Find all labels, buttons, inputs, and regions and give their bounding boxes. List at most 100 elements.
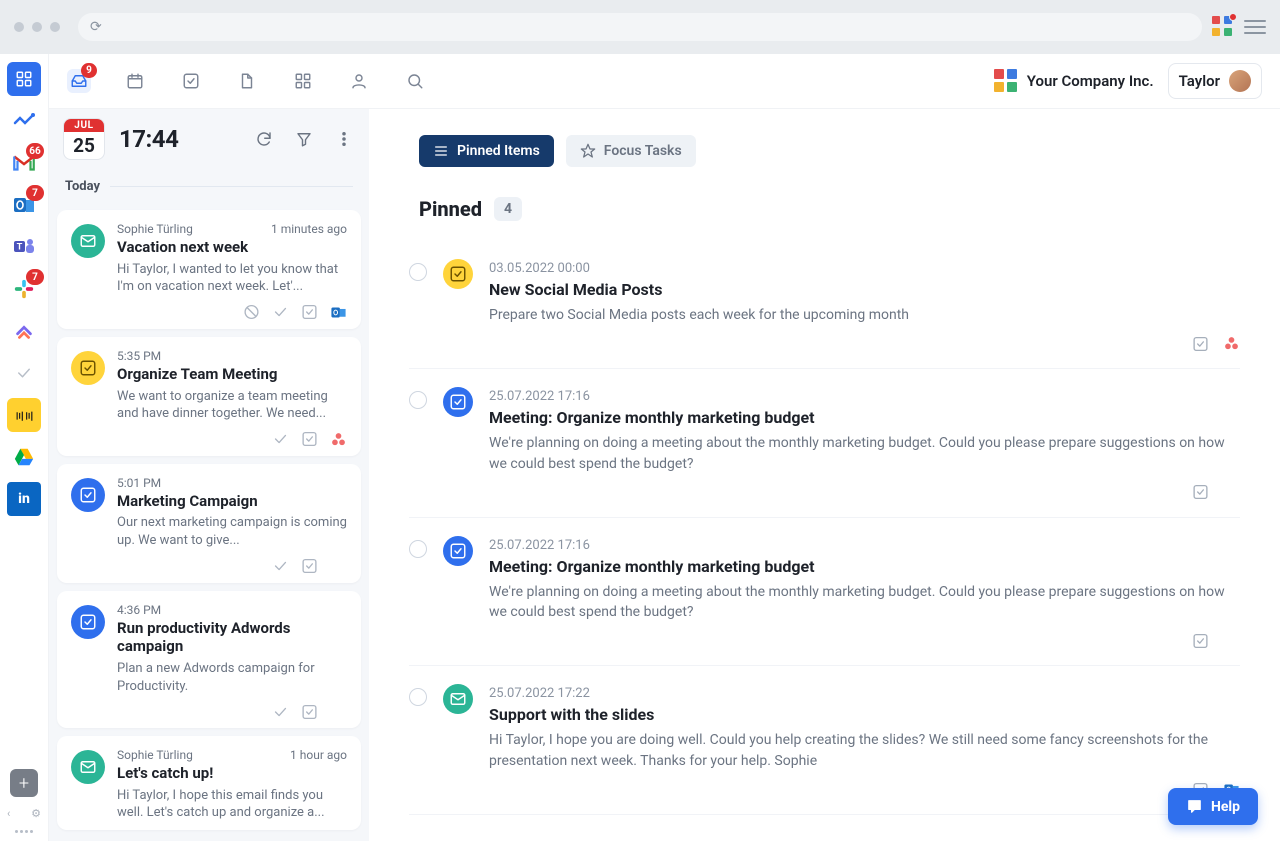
- rail-add-button[interactable]: +: [10, 769, 38, 797]
- check-icon[interactable]: [272, 703, 289, 720]
- rail-tasks-grey[interactable]: [7, 356, 41, 390]
- card-preview: Hi Taylor, I hope this email finds you w…: [117, 787, 347, 822]
- clickup-icon: [330, 703, 347, 720]
- pinned-title: Meeting: Organize monthly marketing budg…: [489, 557, 1240, 576]
- pinned-select-radio[interactable]: [409, 540, 427, 558]
- pinned-date: 25.07.2022 17:16: [489, 389, 1240, 404]
- pinned-description: We're planning on doing a meeting about …: [489, 582, 1240, 623]
- pinned-select-radio[interactable]: [409, 263, 427, 281]
- rail-nav-arrows[interactable]: ‹⚙: [7, 807, 41, 820]
- card-preview: Hi Taylor, I wanted to let you know that…: [117, 261, 347, 296]
- pinned-select-radio[interactable]: [409, 391, 427, 409]
- pinned-row[interactable]: 25.07.2022 17:22 Support with the slides…: [409, 666, 1240, 815]
- pinned-row[interactable]: 03.05.2022 00:00 New Social Media Posts …: [409, 241, 1240, 369]
- topnav-apps[interactable]: [291, 69, 315, 93]
- card-time: 1 minutes ago: [271, 222, 347, 236]
- inbox-card[interactable]: 5:35 PM Organize Team Meeting We want to…: [57, 337, 361, 456]
- svg-text:T: T: [17, 242, 23, 252]
- tab-focus-tasks[interactable]: Focus Tasks: [566, 135, 696, 167]
- task-box-icon[interactable]: [301, 304, 318, 321]
- rail-slack[interactable]: 7: [7, 272, 41, 306]
- topnav-files[interactable]: [235, 69, 259, 93]
- company-name: Your Company Inc.: [1027, 72, 1154, 90]
- task-box-icon[interactable]: [1192, 335, 1209, 352]
- refresh-button[interactable]: [253, 128, 275, 150]
- card-time: 5:01 PM: [117, 476, 161, 490]
- card-time: 4:36 PM: [117, 603, 161, 617]
- pinned-description: Hi Taylor, I hope you are doing well. Co…: [489, 730, 1240, 771]
- rail-gmail[interactable]: 66: [7, 146, 41, 180]
- apps-grid-icon[interactable]: [1212, 16, 1234, 38]
- rail-home[interactable]: [7, 62, 41, 96]
- rail-miro[interactable]: 〣〣: [7, 398, 41, 432]
- card-actions: [117, 703, 347, 720]
- topnav-inbox[interactable]: 9: [67, 69, 91, 93]
- card-actions: [117, 304, 347, 321]
- rail-slack-badge: 7: [26, 269, 44, 285]
- pinned-heading: Pinned: [419, 197, 482, 221]
- topnav-tasks[interactable]: [179, 69, 203, 93]
- pinned-description: Prepare two Social Media posts each week…: [489, 305, 1240, 325]
- pinned-actions: [489, 484, 1240, 501]
- rail-google-drive[interactable]: [7, 440, 41, 474]
- card-type-icon: [71, 750, 105, 784]
- url-bar[interactable]: ⟳: [78, 13, 1202, 41]
- pinned-select-radio[interactable]: [409, 688, 427, 706]
- rail-linkedin[interactable]: in: [7, 482, 41, 516]
- tab-pinned-items[interactable]: Pinned Items: [419, 135, 554, 167]
- card-title: Vacation next week: [117, 238, 347, 257]
- date-month: JUL: [64, 119, 104, 132]
- topbar: 9: [49, 54, 1280, 109]
- inbox-card[interactable]: Sophie Türling 1 hour ago Let's catch up…: [57, 736, 361, 830]
- filter-button[interactable]: [293, 128, 315, 150]
- inbox-card[interactable]: Sophie Türling 1 minutes ago Vacation ne…: [57, 210, 361, 329]
- topnav-calendar[interactable]: [123, 69, 147, 93]
- topnav-people[interactable]: [347, 69, 371, 93]
- help-label: Help: [1211, 799, 1240, 815]
- task-box-icon[interactable]: [1192, 632, 1209, 649]
- check-icon[interactable]: [272, 431, 289, 448]
- company-selector[interactable]: Your Company Inc.: [994, 69, 1154, 93]
- card-time: 1 hour ago: [290, 748, 347, 762]
- rail-analytics[interactable]: [7, 104, 41, 138]
- clickup-icon: [330, 558, 347, 575]
- check-icon[interactable]: [272, 304, 289, 321]
- card-actions: [117, 431, 347, 448]
- task-box-icon[interactable]: [301, 431, 318, 448]
- asana-icon: [330, 431, 347, 448]
- rail-more-dots[interactable]: [15, 830, 33, 833]
- app-rail: 66 7 T 7 〣〣 in + ‹⚙: [0, 54, 49, 841]
- inbox-section-today: Today: [57, 169, 361, 202]
- date-calendar[interactable]: JUL 25: [63, 118, 105, 160]
- inbox-card[interactable]: 4:36 PM Run productivity Adwords campaig…: [57, 591, 361, 729]
- card-type-icon: [71, 478, 105, 512]
- check-icon[interactable]: [272, 558, 289, 575]
- pinned-row[interactable]: 25.07.2022 17:16 Meeting: Organize month…: [409, 369, 1240, 518]
- help-button[interactable]: Help: [1168, 788, 1258, 825]
- pinned-row[interactable]: 25.07.2022 17:16 Meeting: Organize month…: [409, 518, 1240, 667]
- clickup-icon: [1223, 484, 1240, 501]
- rail-teams[interactable]: T: [7, 230, 41, 264]
- more-button[interactable]: [333, 128, 355, 150]
- user-menu[interactable]: Taylor: [1168, 63, 1262, 99]
- card-title: Let's catch up!: [117, 764, 347, 783]
- date-day: 25: [73, 132, 95, 159]
- card-preview: Plan a new Adwords campaign for Producti…: [117, 660, 347, 695]
- task-box-icon[interactable]: [1192, 484, 1209, 501]
- task-box-icon[interactable]: [301, 703, 318, 720]
- card-type-icon: [71, 605, 105, 639]
- task-box-icon[interactable]: [301, 558, 318, 575]
- pinned-type-icon: [443, 536, 473, 566]
- rail-clickup[interactable]: [7, 314, 41, 348]
- card-sender: Sophie Türling: [117, 748, 193, 762]
- card-preview: We want to organize a team meeting and h…: [117, 388, 347, 423]
- topnav-search[interactable]: [403, 69, 427, 93]
- menu-icon[interactable]: [1244, 20, 1266, 34]
- refresh-icon[interactable]: ⟳: [90, 19, 102, 35]
- card-preview: Our next marketing campaign is coming up…: [117, 514, 347, 549]
- rail-outlook[interactable]: 7: [7, 188, 41, 222]
- window-traffic-lights: [14, 22, 60, 32]
- pinned-description: We're planning on doing a meeting about …: [489, 433, 1240, 474]
- block-icon[interactable]: [243, 304, 260, 321]
- inbox-card[interactable]: 5:01 PM Marketing Campaign Our next mark…: [57, 464, 361, 583]
